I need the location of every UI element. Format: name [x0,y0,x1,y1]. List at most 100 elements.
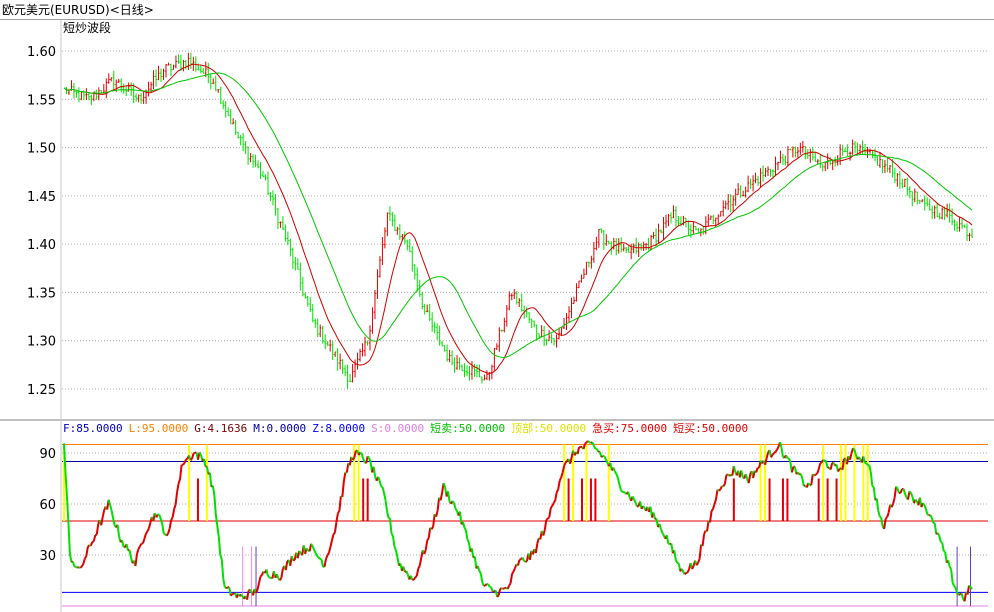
oscillator-segment [80,563,85,568]
oscillator-segment [718,488,722,492]
oscillator-segment [865,462,869,466]
oscillator-segment [908,490,912,494]
oscillator-segment [386,510,390,519]
oscillator-segment [904,493,908,498]
oscillator-segment [381,487,386,494]
indicator-tick-label: 30 [39,549,56,564]
price-tick-label: 1.55 [27,93,56,108]
oscillator-segment [932,521,936,525]
oscillator-segment [747,474,752,484]
oscillator-segment [423,549,427,555]
oscillator-segment [255,589,259,594]
oscillator-segment [880,517,884,527]
oscillator-segment [327,546,332,554]
oscillator-segment [159,518,164,525]
oscillator-segment [177,478,182,484]
oscillator-segment [220,559,225,579]
oscillator-segment [950,569,954,583]
oscillator-segment [314,552,318,557]
price-tick-label: 1.45 [27,190,56,205]
oscillator-segment [558,477,563,482]
oscillator-segment [665,535,670,544]
oscillator-segment [82,558,86,565]
oscillator-segment [612,467,616,472]
oscillator-segment [899,488,903,494]
price-tick-label: 1.60 [27,45,56,60]
oscillator-segment [384,500,389,512]
oscillator-segment [329,540,333,548]
oscillator-segment [320,559,324,567]
oscillator-segment [508,582,512,587]
oscillator-segment [67,523,71,555]
oscillator-segment [686,568,691,573]
indicator-grid [62,444,988,607]
oscillator-segment [68,554,73,563]
oscillator-segment [265,569,269,577]
oscillator-segment [183,458,187,464]
oscillator-segment [481,581,485,587]
oscillator-segment [661,532,665,537]
oscillator-segment [615,473,619,478]
oscillator-segment [517,559,521,566]
oscillator-segment [600,455,604,458]
oscillator-segment [351,457,356,461]
oscillator-segment [714,489,719,500]
price-grid [0,20,994,612]
oscillator-segment [478,570,482,574]
oscillator-segment [879,515,882,519]
oscillator-segment [116,524,121,537]
oscillator-segment [591,441,595,447]
oscillator-segment [872,487,877,501]
oscillator-segment [706,520,710,532]
oscillator-segment [773,450,777,454]
price-series [65,52,973,389]
oscillator-segment [659,528,664,534]
oscillator-segment [542,529,546,536]
oscillator-segment [139,543,143,547]
oscillator-segment [310,543,314,547]
oscillator-segment [506,585,510,590]
oscillator-segment [732,465,737,473]
oscillator-segment [92,534,97,542]
legend-item: G:4.1636 [194,422,248,435]
legend-item: 短卖:50.0000 [430,422,506,435]
oscillator-segment [463,527,467,531]
moving-averages [63,63,973,374]
indicator-tick-label: 90 [39,447,56,462]
oscillator-segment [193,451,196,455]
oscillator-segment [685,571,689,574]
oscillator-segment [820,459,825,463]
oscillator-segment [563,462,567,467]
oscillator-segment [338,496,342,511]
oscillator-segment [147,522,152,529]
oscillator-segment [476,565,481,572]
oscillator-segment [841,458,845,470]
oscillator-segment [960,593,965,600]
oscillator-segment [412,576,417,581]
indicator-tick-label: 60 [39,498,56,513]
oscillator-segment [325,554,329,560]
oscillator-segment [417,565,421,570]
oscillator-segment [509,573,514,584]
oscillator-segment [858,456,862,460]
oscillator-segment [100,516,104,526]
oscillator-segment [701,534,706,547]
oscillator-segment [405,570,409,575]
oscillator-segment [922,502,926,506]
price-tick-label: 1.50 [27,142,56,157]
oscillator-segment [719,485,723,490]
indicator-legend: F:85.0000 L:95.0000 G:4.1636 M:0.0000 Z:8.00… [63,422,988,436]
oscillator-segment [875,498,880,511]
oscillator-segment [316,555,320,559]
oscillator-segment [461,521,466,528]
oscillator-segment [155,514,159,518]
oscillator-segment [380,485,384,489]
oscillator-segment [593,445,597,450]
oscillator-segment [698,544,703,559]
oscillator-segment [722,483,726,487]
oscillator-segment [771,452,775,456]
oscillator-segment [390,532,394,537]
oscillator-segment [555,488,560,493]
oscillator-segment [228,586,232,596]
oscillator-segment [298,550,302,554]
